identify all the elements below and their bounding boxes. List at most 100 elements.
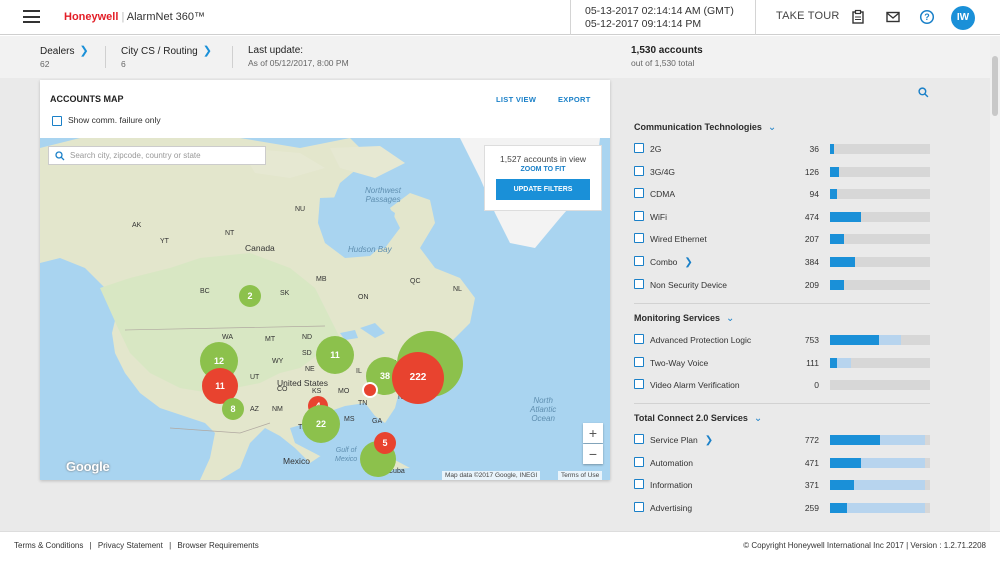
filter-checkbox[interactable] (634, 379, 644, 390)
filter-bar (830, 457, 930, 468)
filter-checkbox[interactable] (634, 233, 644, 244)
filter-checkbox[interactable] (634, 501, 644, 512)
summary-bar: Dealers ❯ 62 City CS / Routing ❯ 6 Last up… (0, 36, 1000, 78)
city-routing-filter[interactable]: City CS / Routing ❯ 6 (121, 45, 212, 70)
list-view-link[interactable]: LIST VIEW (496, 95, 536, 104)
mail-icon[interactable] (885, 9, 901, 25)
filter-section-header[interactable]: Communication Technologies ⌄ (634, 122, 776, 133)
filter-search-icon[interactable] (918, 87, 929, 100)
filter-checkbox[interactable] (634, 188, 644, 199)
zoom-out-button[interactable]: − (583, 444, 603, 464)
terms-of-use-link[interactable]: Terms of Use (558, 471, 603, 480)
filter-bar (830, 502, 930, 513)
filter-row[interactable]: 2G 36 (634, 142, 934, 156)
filter-label: Information (650, 480, 693, 491)
filter-label: Advertising (650, 502, 693, 513)
filter-checkbox[interactable] (634, 165, 644, 176)
filter-bar-fill (830, 279, 844, 290)
scrollbar-thumb[interactable] (992, 56, 998, 116)
user-avatar[interactable]: IW (951, 6, 975, 30)
map-label-wy: WY (272, 358, 284, 365)
terms-link[interactable]: Terms & Conditions (14, 541, 83, 550)
filter-row[interactable]: Wired Ethernet 207 (634, 232, 934, 246)
logo-brand: Honeywell (64, 11, 119, 23)
comm-failure-toggle[interactable]: Show comm. failure only (52, 115, 161, 126)
filter-row[interactable]: Video Alarm Verification 0 (634, 378, 934, 392)
filter-row[interactable]: Advanced Protection Logic 753 (634, 333, 934, 347)
chevron-down-icon[interactable]: ⌄ (768, 122, 776, 133)
filter-checkbox[interactable] (634, 479, 644, 490)
filter-checkbox[interactable] (634, 278, 644, 289)
map-cluster[interactable]: 222 (392, 352, 444, 404)
chevron-down-icon[interactable]: ⌄ (726, 313, 734, 324)
copyright: © Copyright Honeywell International Inc … (743, 541, 986, 550)
filter-section-header[interactable]: Total Connect 2.0 Services ⌄ (634, 413, 762, 424)
map-label-az: AZ (250, 406, 259, 413)
map-cluster[interactable]: 8 (222, 398, 244, 420)
filter-row[interactable]: Service Plan ❯ 772 (634, 433, 934, 447)
take-tour-link[interactable]: TAKE TOUR (776, 10, 840, 22)
filter-row[interactable]: WiFi 474 (634, 210, 934, 224)
scrollbar[interactable] (990, 36, 1000, 531)
filter-count: 384 (804, 257, 819, 267)
map-label-bc: BC (200, 288, 210, 295)
filter-label-wrap: Service Plan ❯ (650, 435, 713, 446)
help-icon[interactable]: ? (919, 9, 935, 25)
map-cluster[interactable]: 11 (316, 336, 354, 374)
filter-label: WiFi (650, 211, 667, 222)
map-marker[interactable] (362, 382, 378, 398)
filter-label-wrap: 3G/4G (650, 167, 675, 177)
comm-failure-checkbox[interactable] (52, 115, 62, 126)
zoom-to-fit-link[interactable]: ZOOM TO FIT (485, 166, 601, 173)
filter-checkbox[interactable] (634, 456, 644, 467)
filter-row[interactable]: Two-Way Voice 111 (634, 356, 934, 370)
map-label-mb: MB (316, 276, 327, 283)
dealers-filter[interactable]: Dealers ❯ 62 (40, 45, 89, 70)
menu-icon[interactable] (23, 10, 40, 23)
map-cluster[interactable]: 22 (302, 405, 340, 443)
map-cluster[interactable]: 2 (239, 285, 261, 307)
zoom-in-button[interactable]: + (583, 423, 603, 443)
filter-row[interactable]: Advertising 259 (634, 501, 934, 515)
filter-bar (830, 380, 930, 391)
filter-checkbox[interactable] (634, 356, 644, 367)
map-label-ut: UT (250, 374, 260, 381)
map-search-input[interactable]: Search city, zipcode, country or state (48, 146, 266, 165)
accounts-in-view: 1,527 accounts in view (500, 154, 586, 164)
chevron-down-icon[interactable]: ⌄ (754, 413, 762, 424)
clipboard-icon[interactable] (850, 9, 866, 25)
map-label-canada: Canada (245, 243, 275, 253)
filter-row[interactable]: Automation 471 (634, 456, 934, 470)
filter-row[interactable]: CDMA 94 (634, 187, 934, 201)
chevron-right-icon: ❯ (79, 45, 89, 57)
filter-bar-fill (830, 335, 879, 345)
filter-row[interactable]: 3G/4G 126 (634, 165, 934, 179)
filter-section-header[interactable]: Monitoring Services ⌄ (634, 313, 734, 324)
filter-checkbox[interactable] (634, 256, 644, 266)
privacy-link[interactable]: Privacy Statement (98, 541, 163, 550)
chevron-right-icon[interactable]: ❯ (705, 435, 713, 446)
filter-row[interactable]: Non Security Device 209 (634, 278, 934, 292)
time-gmt: 05-13-2017 02:14:14 AM (GMT) (585, 5, 734, 17)
chevron-right-icon: ❯ (202, 45, 212, 57)
filter-bar-fill (830, 144, 834, 154)
filter-count: 207 (804, 234, 819, 245)
filter-row[interactable]: Combo ❯ 384 (634, 255, 934, 269)
accounts-total: out of 1,530 total (631, 58, 695, 68)
filter-checkbox[interactable] (634, 334, 644, 344)
filter-label-wrap: Two-Way Voice (650, 358, 708, 368)
map[interactable]: Search city, zipcode, country or state C… (40, 138, 610, 480)
browser-requirements-link[interactable]: Browser Requirements (177, 541, 258, 550)
export-link[interactable]: EXPORT (558, 95, 591, 104)
filter-checkbox[interactable] (634, 434, 644, 444)
map-label-ne: NE (305, 366, 315, 373)
map-cluster[interactable]: 5 (374, 432, 396, 454)
filter-checkbox[interactable] (634, 143, 644, 153)
filter-row[interactable]: Information 371 (634, 478, 934, 492)
update-filters-button[interactable]: UPDATE FILTERS (496, 179, 590, 200)
filter-checkbox[interactable] (634, 210, 644, 221)
filter-label-wrap: Non Security Device (650, 280, 727, 290)
chevron-right-icon[interactable]: ❯ (684, 257, 692, 268)
main-content: ACCOUNTS MAP LIST VIEW EXPORT Show comm.… (0, 78, 1000, 531)
map-label-co: CO (277, 386, 288, 393)
